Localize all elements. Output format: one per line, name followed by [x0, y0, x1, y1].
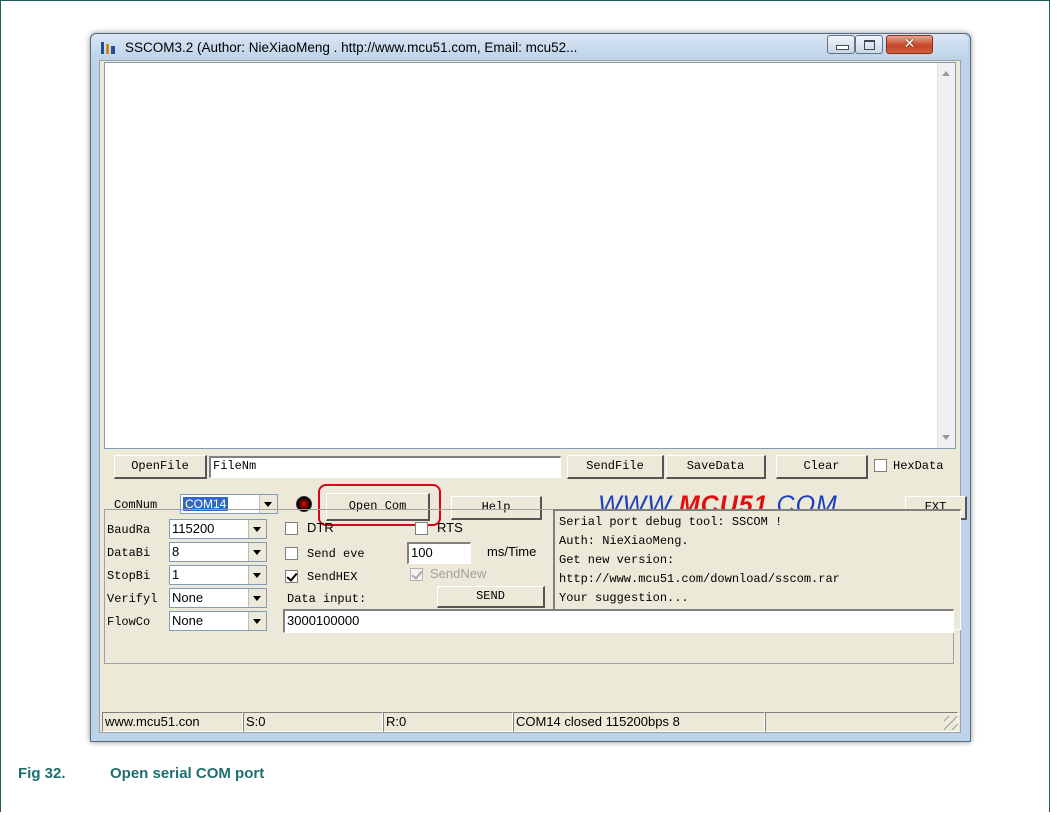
open-file-button[interactable]: OpenFile	[114, 455, 207, 479]
dropdown-arrow-icon[interactable]	[248, 543, 266, 561]
baudrate-select[interactable]: 115200	[169, 519, 267, 539]
hexdata-label: HexData	[893, 459, 944, 473]
figure-number: Fig 32.	[18, 765, 66, 782]
send-every-checkbox[interactable]	[285, 547, 298, 560]
clear-button[interactable]: Clear	[776, 455, 868, 479]
databits-label: DataBi	[107, 546, 151, 560]
baudrate-value: 115200	[172, 521, 215, 536]
verify-label: Verifyl	[107, 592, 158, 606]
sendnew-checkbox	[410, 568, 423, 581]
sendhex-checkbox[interactable]	[285, 570, 298, 583]
status-received-count: R:0	[383, 712, 513, 732]
window-title: SSCOM3.2 (Author: NieXiaoMeng . http://w…	[125, 40, 578, 55]
settings-panel: BaudRa 115200 DataBi 8 StopBi 1 Verifyl …	[104, 509, 961, 709]
verify-select[interactable]: None	[169, 588, 267, 608]
interval-input[interactable]: 100	[407, 542, 471, 564]
dropdown-arrow-icon[interactable]	[248, 566, 266, 584]
app-icon	[101, 41, 117, 55]
flowcontrol-value: None	[172, 613, 204, 628]
close-icon: ✕	[903, 36, 916, 52]
filename-input[interactable]: FileNm	[209, 456, 561, 478]
receive-output-area[interactable]	[104, 62, 956, 449]
info-line: Auth: NieXiaoMeng.	[559, 534, 689, 548]
sendnew-label: SendNew	[430, 566, 487, 581]
info-line: Serial port debug tool: SSCOM !	[559, 515, 783, 529]
rts-label: RTS	[437, 520, 463, 535]
verify-value: None	[172, 590, 204, 605]
data-input-field[interactable]: 3000100000	[283, 609, 954, 633]
rts-checkbox[interactable]	[415, 522, 428, 535]
databits-value: 8	[172, 544, 180, 559]
sscom-window: SSCOM3.2 (Author: NieXiaoMeng . http://w…	[90, 33, 971, 742]
client-area: OpenFile FileNm SendFile SaveData Clear …	[99, 60, 967, 733]
status-extra	[765, 712, 958, 732]
status-bar: www.mcu51.con S:0 R:0 COM14 closed 11520…	[100, 710, 960, 732]
status-port: COM14 closed 115200bps 8	[513, 712, 765, 732]
hexdata-checkbox[interactable]	[874, 459, 887, 472]
info-line: Get new version:	[559, 553, 675, 567]
databits-select[interactable]: 8	[169, 542, 267, 562]
stopbits-select[interactable]: 1	[169, 565, 267, 585]
dtr-label: DTR	[307, 520, 334, 535]
scroll-up-icon[interactable]	[942, 71, 950, 76]
maximize-icon	[864, 40, 875, 50]
dropdown-arrow-icon[interactable]	[248, 589, 266, 607]
interval-unit: ms/Time	[487, 544, 537, 559]
status-site: www.mcu51.con	[102, 712, 243, 732]
minimize-button[interactable]	[827, 35, 855, 54]
minimize-icon	[836, 45, 849, 50]
resize-grip-icon[interactable]	[944, 716, 958, 730]
figure-title: Open serial COM port	[110, 765, 265, 782]
send-every-label: Send eve	[307, 547, 365, 561]
stopbits-value: 1	[172, 567, 180, 582]
dtr-checkbox[interactable]	[285, 522, 298, 535]
flowcontrol-label: FlowCo	[107, 615, 151, 629]
title-bar[interactable]: SSCOM3.2 (Author: NieXiaoMeng . http://w…	[91, 34, 968, 60]
sendhex-label: SendHEX	[307, 570, 358, 584]
save-data-button[interactable]: SaveData	[666, 455, 766, 479]
baudrate-label: BaudRa	[107, 523, 151, 537]
info-line: http://www.mcu51.com/download/sscom.rar	[559, 572, 840, 586]
dropdown-arrow-icon[interactable]	[248, 612, 266, 630]
send-file-button[interactable]: SendFile	[567, 455, 664, 479]
stopbits-label: StopBi	[107, 569, 151, 583]
dropdown-arrow-icon[interactable]	[248, 520, 266, 538]
info-line: Your suggestion...	[559, 591, 689, 605]
close-button[interactable]: ✕	[886, 35, 933, 54]
data-input-label: Data input:	[287, 592, 367, 606]
vertical-scrollbar[interactable]	[937, 63, 955, 448]
figure-caption: Fig 32. Open serial COM port	[18, 765, 264, 782]
status-sent-count: S:0	[243, 712, 383, 732]
flowcontrol-select[interactable]: None	[169, 611, 267, 631]
maximize-button[interactable]	[855, 35, 883, 54]
scroll-down-icon[interactable]	[942, 435, 950, 440]
send-button[interactable]: SEND	[437, 586, 545, 608]
